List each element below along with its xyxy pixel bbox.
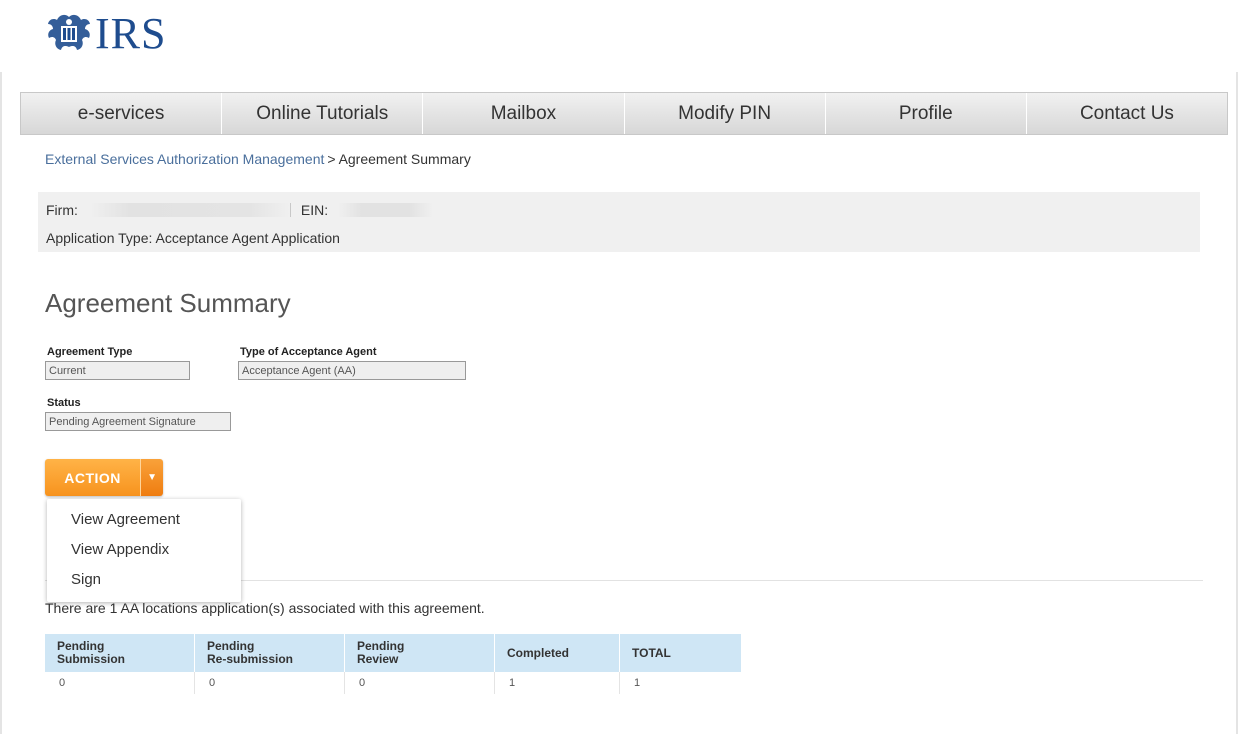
breadcrumb-current: Agreement Summary	[338, 151, 471, 167]
menu-item-sign[interactable]: Sign	[47, 565, 241, 595]
menu-item-view-agreement[interactable]: View Agreement	[47, 505, 241, 535]
header-line: Pending	[207, 639, 255, 653]
application-type: Application Type: Acceptance Agent Appli…	[46, 230, 340, 246]
locations-summary-text: There are 1 AA locations application(s) …	[45, 600, 485, 616]
breadcrumb-link-esam[interactable]: External Services Authorization Manageme…	[45, 151, 324, 167]
header-line: Review	[357, 652, 399, 666]
page-title: Agreement Summary	[45, 288, 291, 318]
cell-pending-resubmission: 0	[194, 672, 345, 694]
header-line: Pending	[357, 639, 405, 653]
cell-completed: 1	[494, 672, 620, 694]
locations-table: Pending Submission Pending Re-submission P…	[45, 634, 741, 694]
action-button[interactable]: ACTION	[45, 459, 141, 496]
breadcrumb: External Services Authorization Manageme…	[45, 151, 471, 167]
menu-item-view-appendix[interactable]: View Appendix	[47, 535, 241, 565]
agreement-type-label: Agreement Type	[47, 346, 133, 358]
action-dropdown-button[interactable]: ACTION ▼	[45, 459, 163, 496]
main-nav: e-services Online Tutorials Mailbox Modi…	[20, 92, 1228, 135]
column-header-completed: Completed	[494, 634, 620, 672]
header-line: Submission	[57, 652, 126, 666]
nav-item-e-services[interactable]: e-services	[21, 93, 223, 134]
cell-pending-review: 0	[344, 672, 495, 694]
header-line: Completed	[507, 645, 570, 660]
status-label: Status	[47, 397, 81, 409]
table-header-row: Pending Submission Pending Re-submission P…	[45, 634, 741, 672]
column-header-total: TOTAL	[619, 634, 741, 672]
firm-info-panel: Firm: EIN: Application Type: Acceptance …	[38, 192, 1200, 252]
column-header-pending-resubmission: Pending Re-submission	[194, 634, 345, 672]
nav-item-modify-pin[interactable]: Modify PIN	[625, 93, 826, 134]
firm-label: Firm:	[46, 202, 78, 218]
firm-row: Firm: EIN:	[46, 202, 434, 218]
acceptance-agent-type-field[interactable]	[238, 361, 466, 380]
chevron-down-icon[interactable]: ▼	[140, 459, 163, 496]
action-menu: View Agreement View Appendix Sign	[47, 499, 241, 602]
table-row: 0 0 0 1 1	[45, 672, 741, 694]
eagle-logo-icon	[48, 14, 90, 51]
nav-item-mailbox[interactable]: Mailbox	[423, 93, 625, 134]
breadcrumb-separator: >	[327, 151, 336, 167]
header-line: TOTAL	[632, 645, 671, 660]
acceptance-agent-type-label: Type of Acceptance Agent	[240, 346, 377, 358]
logo-text: IRS	[95, 8, 167, 58]
ein-label: EIN:	[300, 202, 329, 218]
column-header-pending-submission: Pending Submission	[45, 634, 195, 672]
header-line: Re-submission	[207, 652, 294, 666]
irs-logo[interactable]: IRS	[45, 8, 166, 58]
header-line: Pending	[57, 639, 105, 653]
column-header-pending-review: Pending Review	[344, 634, 495, 672]
nav-item-contact-us[interactable]: Contact Us	[1027, 93, 1227, 134]
cell-pending-submission: 0	[59, 677, 66, 689]
cell-total: 1	[619, 672, 741, 694]
ein-redacted	[338, 203, 434, 217]
agreement-type-field[interactable]	[45, 361, 190, 380]
nav-item-online-tutorials[interactable]: Online Tutorials	[222, 93, 424, 134]
nav-item-profile[interactable]: Profile	[826, 93, 1027, 134]
firm-name-redacted	[89, 203, 291, 217]
status-field[interactable]	[45, 412, 231, 431]
